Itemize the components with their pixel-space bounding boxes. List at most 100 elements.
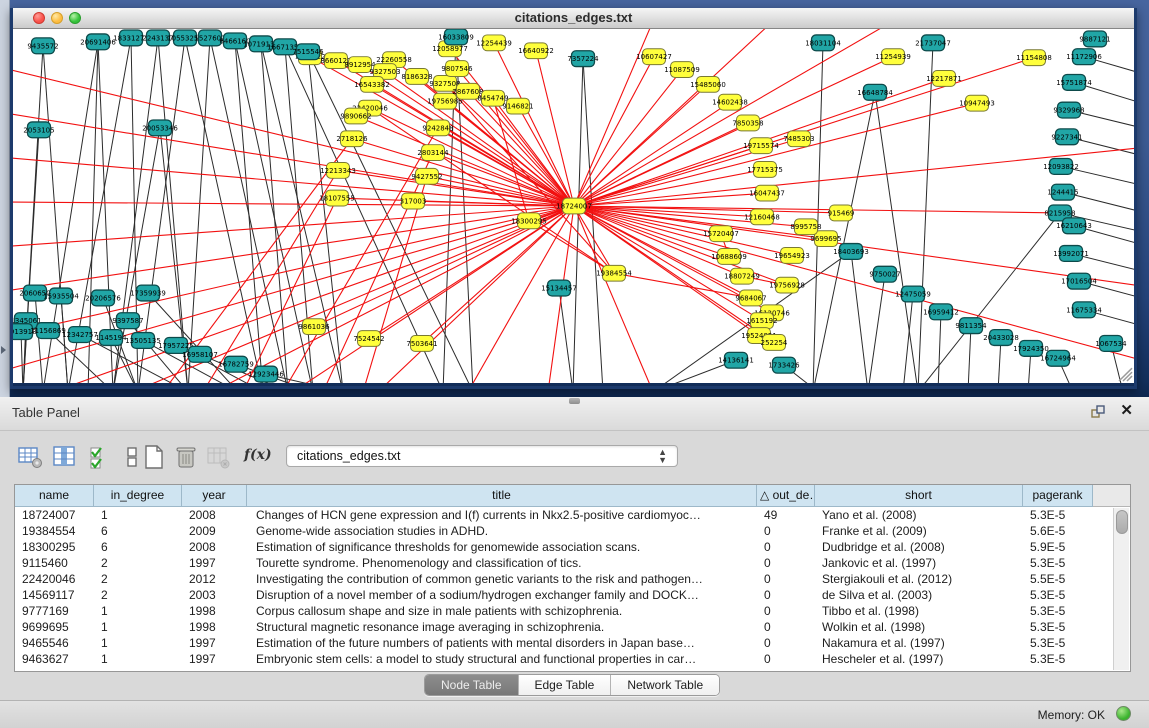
graph-node[interactable]: 16640922 bbox=[518, 43, 554, 59]
graph-node[interactable]: 12475059 bbox=[895, 286, 931, 302]
graph-node[interactable]: 9811354 bbox=[955, 318, 987, 334]
graph-node[interactable]: 9329968 bbox=[1053, 102, 1084, 118]
table-row[interactable]: 1938455462009Genome-wide association stu… bbox=[15, 523, 1114, 539]
table-row[interactable]: 1456911722003Disruption of a novel membe… bbox=[15, 587, 1114, 603]
graph-node[interactable]: 21737047 bbox=[915, 35, 951, 51]
graph-node[interactable]: 11675334 bbox=[1066, 302, 1102, 318]
table-row[interactable]: 911546021997Tourette syndrome. Phenomeno… bbox=[15, 555, 1114, 571]
column-header-short[interactable]: short bbox=[815, 485, 1023, 507]
citation-network-graph[interactable]: 1872400776638228660123891295422260558932… bbox=[13, 29, 1134, 383]
graph-node[interactable]: 9146821 bbox=[502, 98, 533, 114]
graph-node[interactable]: 9807546 bbox=[441, 61, 472, 77]
graph-node[interactable]: 9397587 bbox=[112, 313, 143, 329]
graph-node[interactable]: 9887121 bbox=[1079, 31, 1110, 47]
select-all-button[interactable] bbox=[86, 443, 114, 471]
graph-node[interactable]: 8186328 bbox=[401, 69, 432, 85]
table-row[interactable]: 2242004622012Investigating the contribut… bbox=[15, 571, 1114, 587]
graph-node[interactable]: 19384554 bbox=[596, 265, 632, 281]
graph-node[interactable]: 12093822 bbox=[1043, 159, 1079, 175]
graph-node[interactable]: 12342757 bbox=[62, 327, 98, 343]
table-row[interactable]: 1872400712008Changes of HCN gene express… bbox=[15, 507, 1114, 523]
select-columns-button[interactable] bbox=[50, 443, 78, 471]
graph-node[interactable]: 11087509 bbox=[664, 62, 700, 78]
graph-node[interactable]: 11154808 bbox=[1016, 50, 1052, 66]
graph-node[interactable]: 15751874 bbox=[1056, 74, 1092, 90]
column-header-in_degree[interactable]: in_degree bbox=[94, 485, 182, 507]
window-titlebar[interactable]: citations_edges.txt bbox=[13, 8, 1134, 29]
graph-node[interactable]: 13505135 bbox=[125, 333, 161, 349]
graph-node[interactable]: 9684067 bbox=[735, 290, 766, 306]
graph-node[interactable]: 7485303 bbox=[783, 131, 814, 147]
close-panel-icon[interactable]: ✕ bbox=[1120, 403, 1133, 419]
graph-node[interactable]: 7503641 bbox=[406, 336, 437, 352]
column-header-name[interactable]: name bbox=[15, 485, 94, 507]
delete-column-button[interactable] bbox=[172, 443, 200, 471]
table-row[interactable]: 969969511998Structural magnetic resonanc… bbox=[15, 619, 1114, 635]
tab-edge-table[interactable]: Edge Table bbox=[519, 675, 612, 695]
graph-node[interactable]: 252254 bbox=[761, 335, 788, 351]
graph-node[interactable]: 16959412 bbox=[923, 304, 959, 320]
graph-node[interactable]: 9242848 bbox=[422, 120, 453, 136]
graph-node[interactable]: 9750027 bbox=[869, 266, 900, 282]
column-header-out_de[interactable]: △ out_de… bbox=[757, 485, 815, 507]
graph-node[interactable]: 10947493 bbox=[959, 95, 995, 111]
graph-node[interactable]: 20433028 bbox=[983, 330, 1019, 346]
graph-node[interactable]: 10607427 bbox=[636, 49, 672, 65]
network-canvas[interactable]: 1872400776638228660123891295422260558932… bbox=[13, 29, 1134, 383]
splitter-handle[interactable] bbox=[569, 398, 580, 404]
table-settings-button[interactable] bbox=[16, 443, 44, 471]
graph-node[interactable]: 9890662 bbox=[340, 108, 371, 124]
graph-node[interactable]: 1145194 bbox=[95, 330, 127, 346]
graph-node[interactable]: 1733426 bbox=[768, 357, 799, 373]
graph-node[interactable]: 2803144 bbox=[417, 145, 449, 161]
graph-node[interactable]: 9861036 bbox=[298, 319, 329, 335]
graph-node[interactable]: 7357224 bbox=[567, 51, 599, 67]
table-row[interactable]: 977716911998Corpus callosum shape and si… bbox=[15, 603, 1114, 619]
graph-node[interactable]: 9427552 bbox=[411, 168, 442, 184]
graph-node[interactable]: 13992071 bbox=[1053, 246, 1089, 262]
graph-node[interactable]: 9435572 bbox=[27, 38, 58, 54]
function-builder-button[interactable]: f(x) bbox=[244, 447, 272, 463]
network-view-window[interactable]: citations_edges.txt 18724007766382286601… bbox=[10, 8, 1137, 389]
graph-node[interactable]: 7524542 bbox=[353, 331, 384, 347]
column-header-year[interactable]: year bbox=[182, 485, 247, 507]
vertical-scrollbar[interactable] bbox=[1113, 508, 1129, 670]
graph-node[interactable]: 1615192 bbox=[746, 313, 777, 329]
graph-node[interactable]: 1067534 bbox=[1095, 336, 1127, 352]
graph-node[interactable]: 12254439 bbox=[476, 35, 512, 51]
graph-node[interactable]: 7850358 bbox=[732, 115, 763, 131]
graph-node[interactable]: 915469 bbox=[828, 205, 855, 221]
graph-node[interactable]: 14136141 bbox=[718, 352, 754, 368]
memory-ok-indicator[interactable] bbox=[1116, 706, 1131, 721]
panel-expand-arrow-icon[interactable] bbox=[1, 346, 6, 354]
graph-node[interactable]: 19715574 bbox=[743, 138, 779, 154]
column-header-pagerank[interactable]: pagerank bbox=[1023, 485, 1093, 507]
graph-node[interactable]: 2718126 bbox=[336, 131, 367, 147]
float-panel-icon[interactable] bbox=[1091, 405, 1105, 419]
table-row[interactable]: 946554611997Estimation of the future num… bbox=[15, 635, 1114, 651]
graph-node[interactable]: 20691406 bbox=[80, 34, 116, 50]
graph-node[interactable]: 19654923 bbox=[774, 248, 810, 264]
graph-node[interactable]: 317003 bbox=[400, 193, 427, 209]
table-selector-dropdown[interactable]: citations_edges.txt ▲▼ bbox=[286, 445, 678, 467]
graph-node[interactable]: 11172906 bbox=[1066, 49, 1102, 65]
tab-network-table[interactable]: Network Table bbox=[611, 675, 719, 695]
graph-node[interactable]: 15134457 bbox=[541, 280, 577, 296]
table-row[interactable]: 1830029562008Estimation of significance … bbox=[15, 539, 1114, 555]
table-row[interactable]: 946362711997Embryonic stem cells: a mode… bbox=[15, 651, 1114, 667]
graph-node[interactable]: 14602438 bbox=[712, 94, 748, 110]
scrollbar-thumb[interactable] bbox=[1116, 510, 1128, 534]
column-header-title[interactable]: title bbox=[247, 485, 757, 507]
graph-node[interactable]: 8995758 bbox=[790, 219, 821, 235]
graph-node[interactable]: 18031104 bbox=[805, 35, 841, 51]
graph-node[interactable]: 19756928 bbox=[769, 277, 805, 293]
graph-node[interactable]: 15485060 bbox=[690, 76, 726, 92]
create-column-button[interactable] bbox=[140, 443, 168, 471]
graph-node[interactable]: 18403693 bbox=[833, 244, 869, 260]
graph-node[interactable]: 9227341 bbox=[1051, 129, 1082, 145]
graph-node[interactable]: 17715375 bbox=[747, 162, 783, 178]
left-panel-splitter[interactable] bbox=[0, 0, 10, 397]
graph-node[interactable]: 10688609 bbox=[711, 249, 747, 265]
resize-grip-icon[interactable] bbox=[1119, 368, 1132, 381]
tab-node-table[interactable]: Node Table bbox=[425, 675, 519, 695]
